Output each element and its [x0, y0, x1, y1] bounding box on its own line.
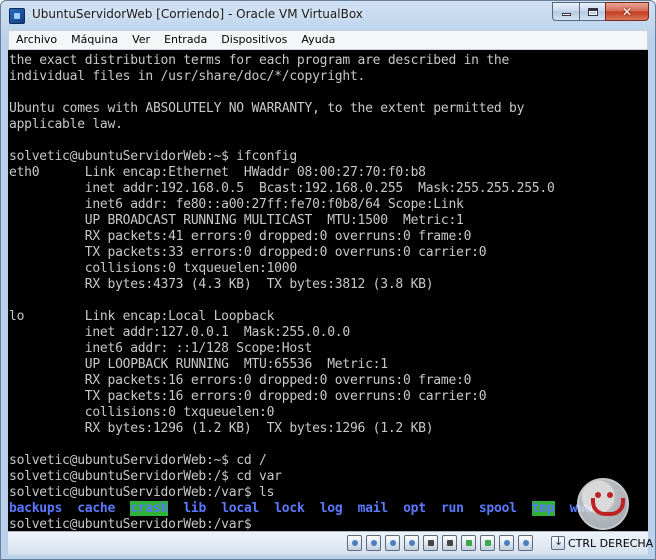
ls-output: backups cache crash lib local lock log m… [9, 501, 593, 517]
menu-maquina[interactable]: Máquina [64, 31, 125, 49]
audio-icon[interactable] [499, 535, 514, 551]
ls-entry-tmp: tmp [531, 501, 555, 516]
terminal-line: solvetic@ubuntuServidorWeb:~$ cd / [9, 453, 267, 468]
window-controls: ✕ [552, 2, 649, 21]
terminal-line: eth0 Link encap:Ethernet HWaddr 08:00:27… [9, 165, 426, 180]
ls-entry-opt: opt [403, 501, 426, 516]
status-bar: CTRL DERECHA [8, 531, 653, 555]
title-bar[interactable]: UbuntuServidorWeb [Corriendo] - Oracle V… [1, 1, 655, 29]
usb-device-icon[interactable] [480, 535, 495, 551]
terminal-lines: the exact distribution terms for each pr… [9, 53, 555, 500]
ls-entry-log: log [319, 501, 343, 516]
terminal-line: solvetic@ubuntuServidorWeb:/var$ ls [9, 485, 275, 500]
shared-folders-icon[interactable] [404, 535, 419, 551]
video-capture-icon[interactable] [442, 535, 457, 551]
terminal-line: inet6 addr: ::1/128 Scope:Host [84, 341, 313, 356]
terminal-line: lo Link encap:Local Loopback [9, 309, 275, 324]
terminal-line: inet6 addr: fe80::a00:27ff:fe70:f0b8/64 … [84, 197, 464, 212]
ls-entry-spool: spool [478, 501, 517, 516]
virtualbox-window: UbuntuServidorWeb [Corriendo] - Oracle V… [0, 0, 656, 560]
terminal-prompt: solvetic@ubuntuServidorWeb:/var$ [9, 517, 252, 531]
terminal-line: RX packets:41 errors:0 dropped:0 overrun… [84, 229, 472, 244]
terminal-line: collisions:0 txqueuelen:1000 [84, 261, 297, 276]
close-button[interactable]: ✕ [605, 2, 649, 21]
terminal-line: the exact distribution terms for each pr… [9, 53, 510, 68]
vm-terminal-screen[interactable]: the exact distribution terms for each pr… [8, 50, 648, 531]
terminal-output: the exact distribution terms for each pr… [9, 53, 593, 531]
minimize-icon [561, 13, 571, 16]
maximize-icon [587, 7, 598, 16]
terminal-line: UP LOOPBACK RUNNING MTU:65536 Metric:1 [84, 357, 388, 372]
window-title: UbuntuServidorWeb [Corriendo] - Oracle V… [32, 7, 363, 21]
ls-entry-run: run [440, 501, 464, 516]
virtualbox-app-icon[interactable] [9, 8, 25, 24]
mouse-integration-icon[interactable] [518, 535, 533, 551]
terminal-line: TX packets:16 errors:0 dropped:0 overrun… [84, 389, 487, 404]
terminal-line: UP BROADCAST RUNNING MULTICAST MTU:1500 … [84, 213, 464, 228]
terminal-line: solvetic@ubuntuServidorWeb:/$ cd var [9, 469, 282, 484]
ls-entry-mail: mail [357, 501, 389, 516]
terminal-line: TX packets:33 errors:0 dropped:0 overrun… [84, 245, 487, 260]
terminal-line: Ubuntu comes with ABSOLUTELY NO WARRANTY… [9, 101, 525, 116]
menu-ayuda[interactable]: Ayuda [294, 31, 342, 49]
ls-entry-lib: lib [183, 501, 207, 516]
terminal-line: RX bytes:4373 (4.3 KB) TX bytes:3812 (3.… [84, 277, 434, 292]
menu-dispositivos[interactable]: Dispositivos [214, 31, 294, 49]
ls-entry-crash: crash [130, 501, 169, 516]
host-key-label: CTRL DERECHA [568, 537, 654, 550]
host-key-icon [551, 535, 565, 550]
ls-entry-lock: lock [274, 501, 305, 516]
network-icon[interactable] [461, 535, 476, 551]
terminal-line: solvetic@ubuntuServidorWeb:~$ ifconfig [9, 149, 297, 164]
watermark-logo [577, 478, 629, 530]
terminal-line: inet addr:127.0.0.1 Mask:255.0.0.0 [84, 325, 350, 340]
terminal-line: inet addr:192.168.0.5 Bcast:192.168.0.25… [84, 181, 555, 196]
status-icons [347, 535, 533, 551]
terminal-line: RX bytes:1296 (1.2 KB) TX bytes:1296 (1.… [84, 421, 434, 436]
optical-drive-icon[interactable] [366, 535, 381, 551]
menu-ver[interactable]: Ver [125, 31, 157, 49]
ls-entry-cache: cache [77, 501, 116, 516]
display-icon[interactable] [423, 535, 438, 551]
terminal-line: individual files in /usr/share/doc/*/cop… [9, 69, 366, 84]
terminal-line: collisions:0 txqueuelen:0 [84, 405, 275, 420]
usb-icon[interactable] [385, 535, 400, 551]
menu-archivo[interactable]: Archivo [9, 31, 64, 49]
terminal-line: RX packets:16 errors:0 dropped:0 overrun… [84, 373, 472, 388]
maximize-button[interactable] [579, 2, 605, 21]
ls-entry-backups: backups [9, 501, 63, 516]
menu-bar: Archivo Máquina Ver Entrada Dispositivos… [8, 30, 648, 50]
hard-disk-icon[interactable] [347, 535, 362, 551]
close-icon: ✕ [621, 4, 633, 19]
minimize-button[interactable] [552, 2, 579, 21]
menu-entrada[interactable]: Entrada [157, 31, 214, 49]
terminal-line: applicable law. [9, 117, 123, 132]
ls-entry-local: local [221, 501, 260, 516]
